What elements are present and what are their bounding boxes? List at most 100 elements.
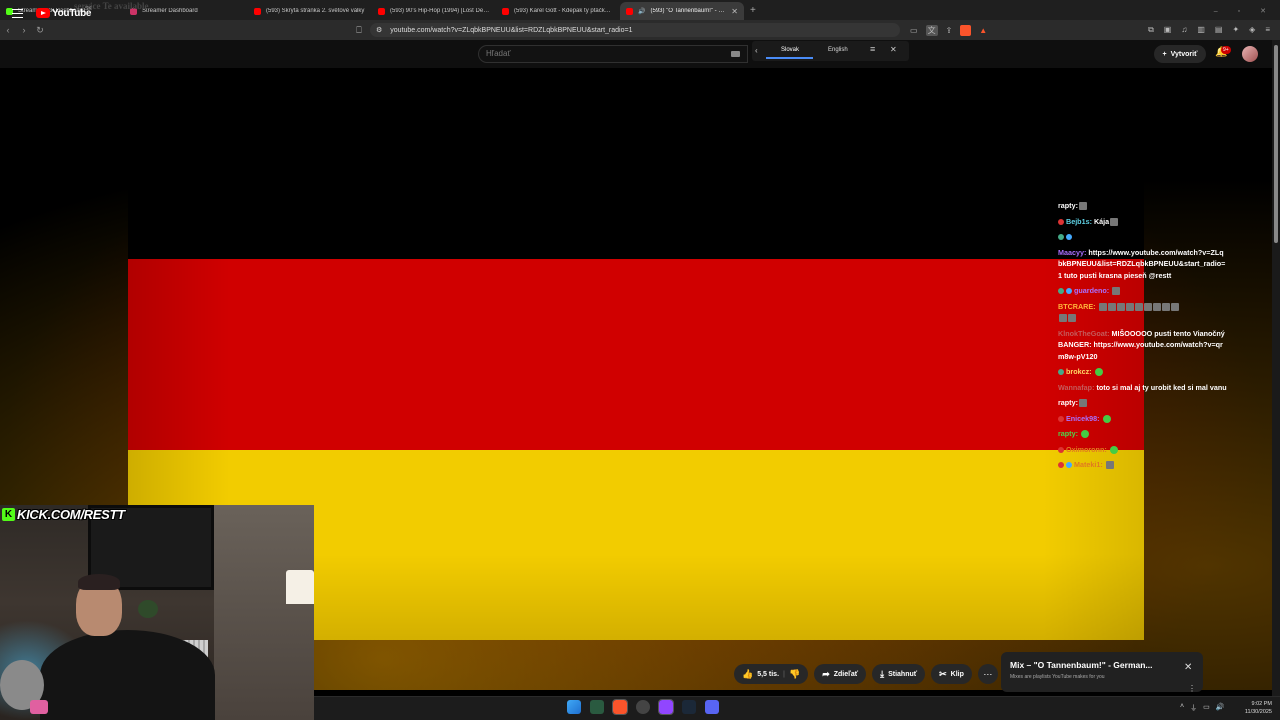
bookmark-icon[interactable]: ⎕ (352, 25, 366, 36)
more-actions-button[interactable]: ⋯ (977, 664, 998, 684)
close-icon[interactable]: ✕ (1184, 662, 1192, 673)
close-tab-icon[interactable]: ✕ (731, 7, 738, 16)
site-info-icon[interactable]: ⚙ (376, 26, 382, 34)
menu-icon[interactable]: ≡ (1265, 25, 1270, 35)
youtube-logo-icon[interactable] (36, 8, 50, 18)
mix-title[interactable]: Mix – "O Tannenbaum!" - German... (1010, 660, 1153, 670)
maximize-icon[interactable]: ▫ (1238, 8, 1240, 15)
minimize-icon[interactable]: – (1214, 8, 1218, 15)
hamburger-menu-icon[interactable] (12, 9, 23, 18)
kick-channel-badge: K KICK.COM/RESTT (2, 507, 136, 522)
windows-taskbar (314, 696, 1280, 720)
translate-icon[interactable]: 文 (925, 24, 938, 36)
obs-icon[interactable] (636, 700, 650, 714)
browser-tab[interactable]: (593) Karel Gott - Kdepak ty ptáčku hníz… (496, 2, 620, 20)
browser-tab[interactable]: (593) Skrytá stránka 2. světové války (248, 2, 372, 20)
emote-icon (1170, 302, 1179, 311)
emote-icon (1080, 430, 1089, 439)
share-label: Zdieľať (833, 670, 859, 678)
back-icon[interactable]: ‹ (0, 25, 16, 35)
tabs-icon[interactable]: ▤ (1215, 25, 1223, 35)
network-icon[interactable]: ▭ (1203, 703, 1210, 713)
chat-username: Oximoronn: (1066, 444, 1107, 454)
chat-username: guardeno: (1074, 286, 1110, 295)
create-button[interactable]: + Vytvoriť (1154, 45, 1206, 63)
discord-icon[interactable] (705, 700, 719, 714)
sidebar-icon[interactable]: ▥ (1197, 25, 1205, 35)
badge-icon (1058, 234, 1064, 241)
brave-browser-icon[interactable] (612, 699, 628, 715)
mix-playlist-panel[interactable]: Mix – "O Tannenbaum!" - German... Mixes … (1001, 652, 1203, 693)
forward-icon[interactable]: › (16, 25, 32, 35)
leo-icon[interactable]: ✦ (1232, 25, 1239, 35)
tab-label: (593) Karel Gott - Kdepak ty ptáčku hníz… (514, 8, 614, 14)
chat-text: toto si mal aj ty urobit ked si mal vanu (1096, 382, 1227, 392)
emote-icon (1112, 287, 1121, 296)
chat-message: BTCRARE: (1058, 301, 1228, 324)
translator-menu-icon[interactable]: ≡ (870, 44, 875, 54)
tab-label: (593) 90's Hip-Hop (1994) [Lost Demos] (390, 8, 490, 14)
emote-icon (1125, 302, 1134, 311)
brave-shields-icon[interactable] (960, 24, 972, 36)
avatar[interactable] (1242, 46, 1258, 62)
download-button[interactable]: ⤓ Stiahnuť (872, 664, 926, 684)
badge-icon (1066, 288, 1072, 295)
badge-icon (1058, 446, 1064, 453)
chat-message: Mateki1: (1058, 459, 1228, 471)
browser-extension-icons: ⧉ ▣ ♫ ▥ ▤ ✦ ◈ ≡ (1148, 25, 1280, 35)
tab-label: Streamer Dashboard (142, 8, 198, 14)
webcam-streamer-hair (78, 574, 120, 590)
search-input[interactable]: Hľadať (478, 45, 748, 63)
kick-logo-icon: K (2, 508, 15, 521)
close-window-icon[interactable]: ✕ (1260, 7, 1266, 15)
browser-tab[interactable]: (593) 90's Hip-Hop (1994) [Lost Demos] (372, 2, 496, 20)
tab-label: (593) Skrytá stránka 2. světové války (266, 8, 365, 14)
volume-icon[interactable]: 🔊 (1216, 703, 1225, 713)
emote-icon (1116, 302, 1125, 311)
windows-start-icon[interactable] (567, 700, 581, 714)
clock-date: 11/30/2025 (1244, 709, 1272, 715)
emote-icon (1134, 302, 1143, 311)
mic-icon[interactable]: ⏚ (1190, 703, 1197, 713)
close-icon[interactable]: ✕ (890, 45, 897, 54)
chat-username: Bejb1s: (1066, 216, 1092, 226)
chevron-up-icon[interactable]: ˄ (1180, 703, 1184, 713)
browser-tab-active[interactable]: 🔊 (593) "O Tannenbaum!" - German Christma… (620, 2, 744, 20)
steam-icon[interactable] (682, 700, 696, 714)
share-icon[interactable]: ⇪ (946, 26, 953, 35)
twitch-icon[interactable] (658, 699, 674, 715)
scissors-icon: ✂ (939, 668, 947, 679)
reload-icon[interactable]: ↻ (32, 25, 48, 36)
thumbs-down-icon[interactable]: 👎 (789, 669, 800, 680)
url-text: youtube.com/watch?v=ZLqbkBPNEUU&list=RDZ… (390, 26, 633, 34)
emote-icon (1143, 302, 1152, 311)
extensions-icon[interactable]: ⧉ (1148, 25, 1154, 35)
address-bar[interactable]: ⚙ youtube.com/watch?v=ZLqbkBPNEUU&list=RD… (370, 23, 900, 37)
wallet-icon[interactable]: ▣ (1164, 25, 1172, 35)
chevron-left-icon[interactable]: ‹ (755, 46, 758, 55)
badge-icon (1058, 369, 1064, 376)
youtube-favicon-icon (626, 7, 633, 15)
clip-button[interactable]: ✂ Klip (931, 664, 972, 684)
taskbar-clock[interactable]: 9:02 PM 11/30/2025 (1240, 700, 1272, 716)
like-button[interactable]: 👍 5,5 tis. | 👎 (734, 664, 809, 684)
browser-tab-strip: Stream - Kick Dashboard Streamer Dashboa… (0, 0, 1280, 20)
xbox-icon[interactable] (590, 700, 604, 714)
cast-icon[interactable]: ▭ (910, 26, 918, 35)
scrollbar-thumb[interactable] (1274, 45, 1278, 243)
system-tray: ˄ ⏚ ▭ 🔊 (1180, 703, 1224, 713)
emote-icon (1078, 399, 1087, 408)
chat-text: Kája (1093, 216, 1110, 226)
new-tab-button[interactable]: + (744, 2, 762, 20)
source-language-tab[interactable]: Slovak (781, 47, 799, 53)
music-icon[interactable]: ♫ (1181, 25, 1187, 35)
emote-icon (1107, 302, 1116, 311)
target-language-tab[interactable]: English (828, 47, 848, 53)
more-vert-icon[interactable]: ⋮ (1188, 684, 1196, 693)
rewards-icon[interactable]: ▲ (979, 26, 987, 35)
vpn-icon[interactable]: ◈ (1249, 25, 1255, 35)
chat-username: KlnokTheGoat: (1058, 328, 1110, 338)
share-button[interactable]: ➦ Zdieľať (814, 664, 867, 684)
thumbs-up-icon: 👍 (742, 668, 754, 679)
keyboard-icon[interactable] (731, 51, 740, 57)
